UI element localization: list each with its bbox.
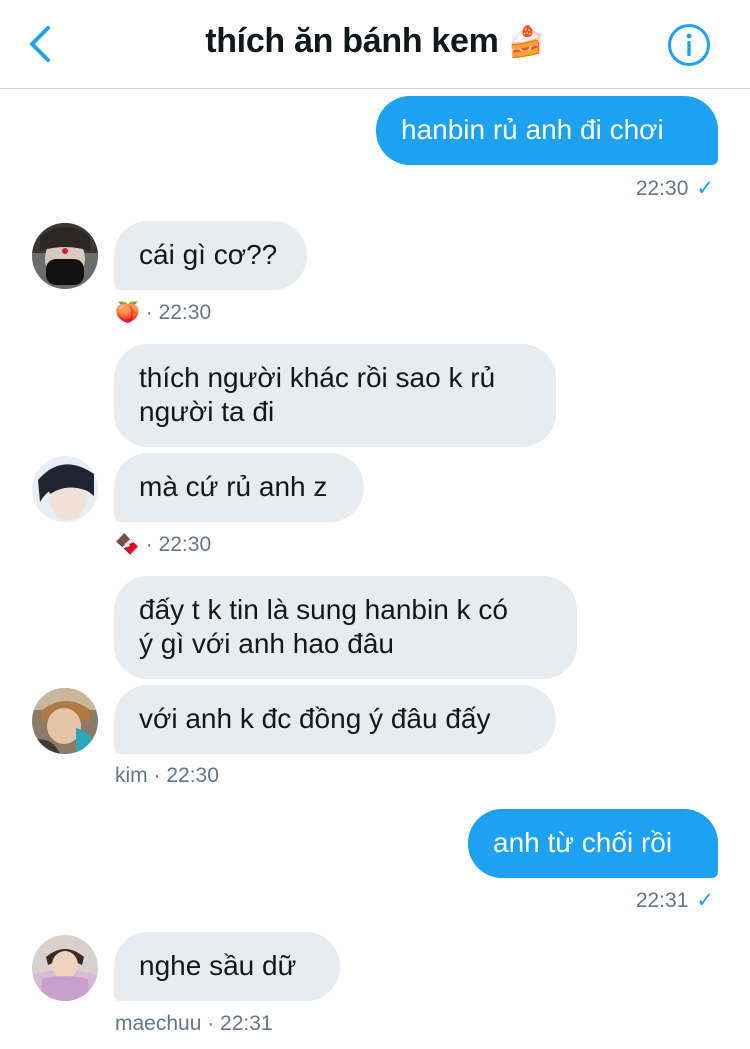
avatar[interactable] <box>32 456 98 522</box>
message-text: nghe sầu dữ <box>139 950 297 981</box>
message-text-line: đấy t k tin là sung hanbin k có <box>139 594 508 625</box>
message-meta: 22:30 ✓ <box>636 176 714 201</box>
message-meta: maechuu · 22:31 <box>115 1012 273 1036</box>
avatar[interactable] <box>32 935 98 1001</box>
message-text: với anh k đc đồng ý đâu đấy <box>139 703 491 734</box>
message-time: · 22:31 <box>207 1012 273 1035</box>
message-meta: kim · 22:30 <box>115 764 219 788</box>
message-bubble-incoming[interactable]: cái gì cơ?? <box>114 221 307 290</box>
message-bubble-incoming[interactable]: nghe sầu dữ <box>114 932 340 1001</box>
message-time: 22:30 <box>635 177 689 200</box>
message-time: · 22:30 <box>153 764 219 787</box>
message-text-line: người ta đi <box>139 396 275 427</box>
cake-icon: 🍰 <box>507 26 545 59</box>
conversation-header: thích ăn bánh kem 🍰 <box>0 0 750 89</box>
message-meta: 22:31 ✓ <box>636 888 714 913</box>
message-meta: 🍫 · 22:30 <box>115 532 211 557</box>
sender-name: kim <box>115 764 148 787</box>
info-icon <box>668 24 710 66</box>
message-text-line: ý gì với anh hao đâu <box>139 628 394 659</box>
message-bubble-incoming[interactable]: mà cứ rủ anh z <box>114 453 364 522</box>
avatar[interactable] <box>32 688 98 754</box>
sent-check-icon: ✓ <box>696 177 714 200</box>
message-text: cái gì cơ?? <box>139 239 278 270</box>
message-text-line: thích người khác rồi sao k rủ <box>139 362 496 393</box>
message-bubble-outgoing[interactable]: hanbin rủ anh đi chơi <box>376 96 718 165</box>
message-time: · 22:30 <box>145 533 212 556</box>
message-text: hanbin rủ anh đi chơi <box>401 114 664 145</box>
conversation-title: thích ăn bánh kem 🍰 <box>0 22 750 61</box>
message-bubble-outgoing[interactable]: anh từ chối rồi <box>468 809 718 878</box>
peach-icon: 🍑 <box>115 302 140 324</box>
message-bubble-incoming[interactable]: đấy t k tin là sung hanbin k có ý gì với… <box>114 576 577 679</box>
message-text: mà cứ rủ anh z <box>139 471 328 502</box>
title-text: thích ăn bánh kem <box>205 22 499 60</box>
message-time: 22:31 <box>635 889 689 912</box>
sent-check-icon: ✓ <box>696 889 714 912</box>
sender-name: maechuu <box>115 1012 202 1035</box>
info-button[interactable] <box>667 23 711 67</box>
message-meta: 🍑 · 22:30 <box>115 300 211 325</box>
message-text: anh từ chối rồi <box>493 827 673 858</box>
avatar[interactable] <box>32 223 98 289</box>
message-time: · 22:30 <box>145 301 212 324</box>
message-bubble-incoming[interactable]: thích người khác rồi sao k rủ người ta đ… <box>114 344 556 447</box>
message-bubble-incoming[interactable]: với anh k đc đồng ý đâu đấy <box>114 685 556 754</box>
chocolate-icon: 🍫 <box>115 534 140 556</box>
